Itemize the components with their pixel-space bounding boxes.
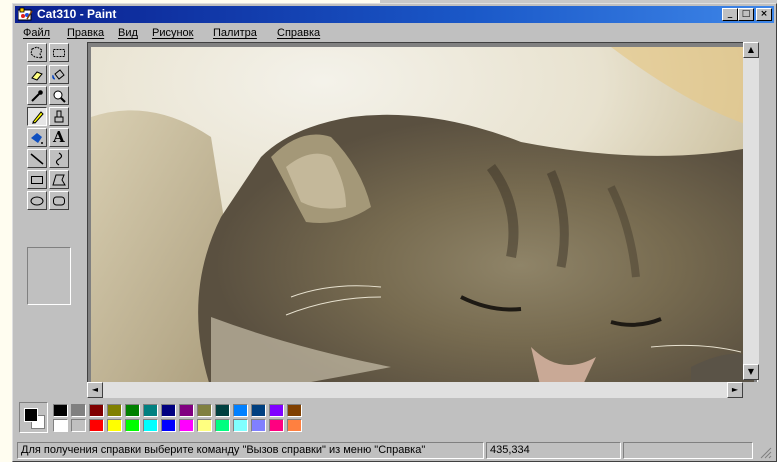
ellipse-icon [30, 196, 44, 206]
kitten-photo [91, 47, 754, 389]
status-coordinates: 435,334 [486, 442, 621, 459]
scroll-left-button[interactable]: ◄ [87, 382, 103, 398]
pencil-icon [32, 111, 44, 124]
title-bar[interactable]: Cat310 - Paint _ □ × [15, 6, 774, 23]
polygon-icon [52, 174, 66, 186]
free-form-select-icon [30, 46, 43, 59]
palette-color-swatch[interactable] [233, 404, 248, 417]
rect-select-icon [53, 49, 65, 57]
text-tool[interactable]: A [49, 128, 69, 147]
horizontal-scrollbar[interactable]: ◄ ► [87, 382, 743, 398]
free-form-select-tool[interactable] [27, 43, 47, 62]
rounded-rect-icon [53, 196, 65, 206]
palette-color-swatch[interactable] [287, 419, 302, 432]
menu-colors[interactable]: Палитра [213, 26, 257, 40]
menu-edit[interactable]: Правка [67, 26, 104, 40]
palette-color-swatch[interactable] [53, 419, 68, 432]
canvas-area [87, 42, 758, 398]
palette-color-swatch[interactable] [197, 404, 212, 417]
current-colors[interactable] [19, 402, 48, 433]
status-size [623, 442, 753, 459]
palette-color-swatch[interactable] [161, 419, 176, 432]
curve-tool[interactable] [49, 149, 69, 168]
palette-color-swatch[interactable] [71, 404, 86, 417]
pencil-tool[interactable] [27, 107, 47, 126]
menu-view[interactable]: Вид [118, 26, 138, 40]
close-button[interactable]: × [756, 8, 772, 21]
vertical-scrollbar[interactable]: ▲ ▼ [743, 42, 759, 380]
palette-color-swatch[interactable] [143, 404, 158, 417]
text-icon: A [53, 128, 65, 146]
palette-color-swatch[interactable] [179, 404, 194, 417]
line-icon [30, 153, 44, 165]
menu-help[interactable]: Справка [277, 26, 320, 40]
menu-image[interactable]: Рисунок [152, 26, 194, 40]
foreground-color-swatch [24, 408, 38, 422]
line-tool[interactable] [27, 149, 47, 168]
pick-color-icon [31, 90, 43, 102]
resize-grip-icon[interactable] [758, 445, 772, 459]
palette-color-swatch[interactable] [197, 419, 212, 432]
palette-color-swatch[interactable] [233, 419, 248, 432]
fill-tool[interactable] [49, 65, 69, 84]
brush-icon [54, 110, 64, 123]
palette-color-swatch[interactable] [251, 404, 266, 417]
brush-tool[interactable] [49, 107, 69, 126]
drawing-canvas[interactable] [91, 47, 754, 389]
palette-color-swatch[interactable] [107, 404, 122, 417]
paint-app-icon [18, 7, 33, 21]
palette-color-swatch[interactable] [287, 404, 302, 417]
palette-color-swatch[interactable] [107, 419, 122, 432]
palette-color-swatch[interactable] [215, 419, 230, 432]
scroll-down-button[interactable]: ▼ [743, 364, 759, 380]
rect-select-tool[interactable] [49, 43, 69, 62]
magnifier-icon [53, 90, 66, 103]
tool-options-box[interactable] [27, 247, 71, 305]
palette-color-swatch[interactable] [215, 404, 230, 417]
palette-color-swatch[interactable] [179, 419, 194, 432]
fill-bucket-icon [52, 69, 65, 80]
toolbox: A [19, 42, 81, 305]
palette-color-swatch[interactable] [125, 419, 140, 432]
palette-color-swatch[interactable] [251, 419, 266, 432]
palette-color-swatch[interactable] [143, 419, 158, 432]
status-bar: Для получения справки выберите команду "… [15, 441, 774, 460]
palette-color-swatch[interactable] [125, 404, 140, 417]
scroll-up-button[interactable]: ▲ [743, 42, 759, 58]
airbrush-icon [31, 133, 43, 144]
palette-color-swatch[interactable] [269, 404, 284, 417]
scroll-corner [743, 382, 759, 398]
menu-file[interactable]: Файл [23, 26, 50, 40]
palette-color-swatch[interactable] [71, 419, 86, 432]
scroll-right-button[interactable]: ► [727, 382, 743, 398]
rectangle-icon [31, 176, 43, 184]
polygon-tool[interactable] [49, 170, 69, 189]
window-title: Cat310 - Paint [37, 7, 117, 21]
status-help-text: Для получения справки выберите команду "… [17, 442, 484, 459]
palette-color-swatch[interactable] [269, 419, 284, 432]
color-palette [19, 402, 339, 438]
paint-window: Cat310 - Paint _ □ × Файл Правка Вид Рис… [12, 3, 777, 462]
pick-color-tool[interactable] [27, 86, 47, 105]
palette-color-swatch[interactable] [89, 404, 104, 417]
airbrush-tool[interactable] [27, 128, 47, 147]
ellipse-tool[interactable] [27, 191, 47, 210]
eraser-icon [31, 71, 43, 81]
palette-color-swatch[interactable] [89, 419, 104, 432]
minimize-button[interactable]: _ [722, 8, 738, 21]
palette-color-swatch[interactable] [161, 404, 176, 417]
menu-bar: Файл Правка Вид Рисунок Палитра Справка [15, 24, 774, 42]
eraser-tool[interactable] [27, 65, 47, 84]
maximize-button[interactable]: □ [738, 8, 754, 21]
curve-icon [55, 152, 63, 166]
rounded-rect-tool[interactable] [49, 191, 69, 210]
magnifier-tool[interactable] [49, 86, 69, 105]
rectangle-tool[interactable] [27, 170, 47, 189]
palette-color-swatch[interactable] [53, 404, 68, 417]
